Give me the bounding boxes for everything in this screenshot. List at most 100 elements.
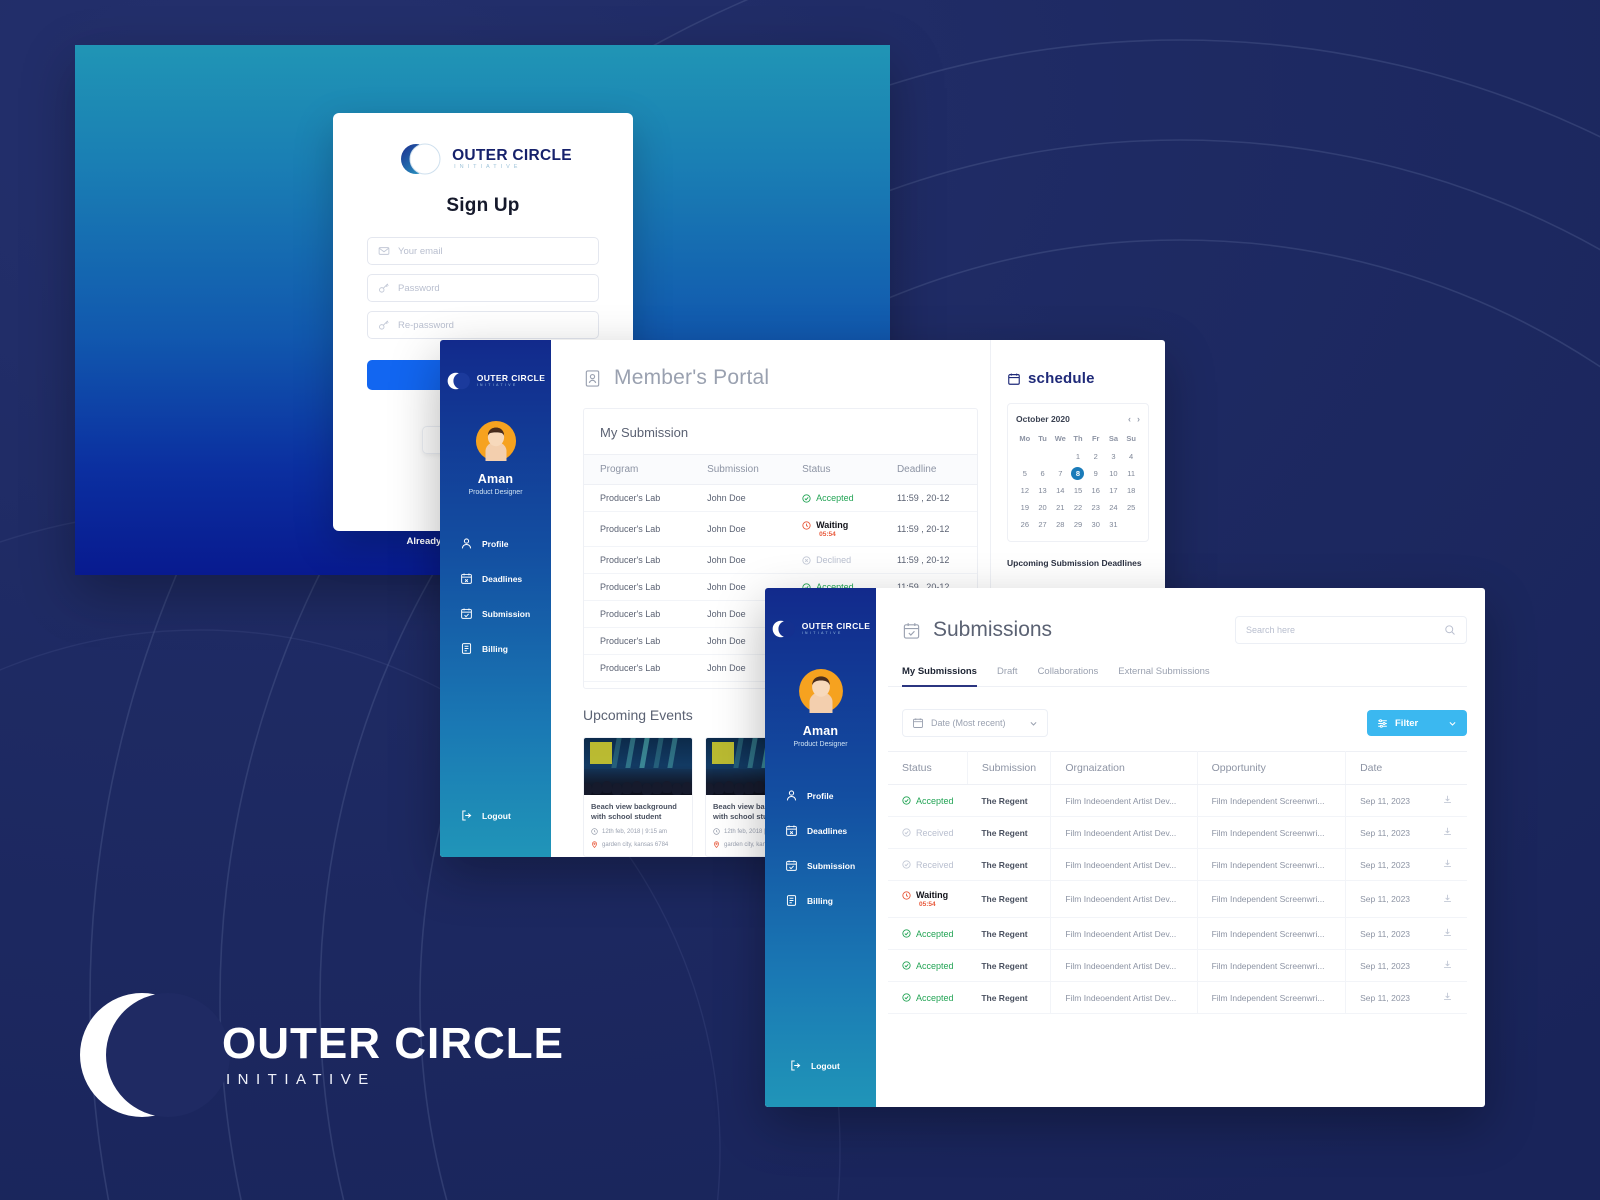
calendar-day[interactable]: 15 — [1069, 484, 1087, 497]
calendar-day[interactable]: 2 — [1087, 450, 1105, 463]
cell-download[interactable] — [1423, 784, 1467, 817]
download-icon[interactable] — [1442, 858, 1453, 869]
calendar-day[interactable]: 29 — [1069, 518, 1087, 531]
calendar-day[interactable]: 17 — [1105, 484, 1123, 497]
download-icon[interactable] — [1442, 893, 1453, 904]
calendar-day[interactable]: 19 — [1016, 501, 1034, 514]
date-sort-select[interactable]: Date (Most recent) — [902, 709, 1048, 737]
sidebar-logo-name: OUTER CIRCLE — [801, 621, 871, 632]
repassword-field[interactable]: Re-password — [367, 311, 599, 339]
status-label: Received — [916, 859, 954, 870]
cell-download[interactable] — [1423, 816, 1467, 849]
search-input[interactable]: Search here — [1235, 616, 1467, 644]
download-icon[interactable] — [1442, 794, 1453, 805]
filter-button[interactable]: Filter — [1367, 710, 1467, 736]
calendar-day[interactable]: 4 — [1122, 450, 1140, 463]
calendar-day[interactable]: 27 — [1034, 518, 1052, 531]
password-field[interactable]: Password — [367, 274, 599, 302]
calendar-day[interactable]: 7 — [1051, 467, 1069, 480]
download-icon[interactable] — [1442, 959, 1453, 970]
sliders-icon — [1377, 718, 1388, 729]
logout-icon — [460, 809, 473, 822]
calendar-day[interactable]: 26 — [1016, 518, 1034, 531]
sidebar-item-submission[interactable]: Submission — [765, 848, 876, 883]
table-row[interactable]: Received The Regent Film Indeoendent Artis… — [888, 816, 1467, 849]
table-row[interactable]: Accepted The Regent Film Indeoendent Artis… — [888, 784, 1467, 817]
table-row[interactable]: Accepted The Regent Film Indeoendent Artis… — [888, 981, 1467, 1014]
search-icon[interactable] — [1444, 624, 1456, 636]
chevron-down-icon[interactable] — [1448, 719, 1457, 728]
calendar-day[interactable]: 24 — [1105, 501, 1123, 514]
calendar-day[interactable]: 11 — [1122, 467, 1140, 480]
table-row[interactable]: Producer's Lab John Doe Waiting 05:54 11:59 … — [584, 511, 977, 547]
cell-download[interactable] — [1423, 917, 1467, 950]
calendar-day[interactable]: 14 — [1051, 484, 1069, 497]
calendar-day[interactable]: 5 — [1016, 467, 1034, 480]
cell-download[interactable] — [1423, 880, 1467, 918]
cell-download[interactable] — [1423, 981, 1467, 1014]
table-row[interactable]: Accepted The Regent Film Indeoendent Artis… — [888, 949, 1467, 982]
chevron-right-icon[interactable]: › — [1137, 414, 1140, 424]
calendar-day[interactable]: 20 — [1034, 501, 1052, 514]
calendar-day[interactable]: 18 — [1122, 484, 1140, 497]
logout-row[interactable]: Logout — [765, 1048, 876, 1083]
calendar-day[interactable]: 10 — [1105, 467, 1123, 480]
cell-status: Waiting 05:54 — [888, 880, 968, 918]
calendar-day[interactable]: 22 — [1069, 501, 1087, 514]
calendar-day[interactable]: 21 — [1051, 501, 1069, 514]
tab-my-submissions[interactable]: My Submissions — [902, 666, 977, 687]
table-row[interactable]: Received The Regent Film Indeoendent Artis… — [888, 848, 1467, 881]
chevron-down-icon[interactable] — [1029, 719, 1038, 728]
event-card[interactable]: Beach view background with school studen… — [583, 736, 693, 857]
status-label: Accepted — [816, 493, 854, 503]
calendar-day[interactable]: 16 — [1087, 484, 1105, 497]
calendar-day[interactable]: 30 — [1087, 518, 1105, 531]
logout-button-submissions[interactable]: Logout — [765, 1048, 876, 1083]
cell-download[interactable] — [1423, 848, 1467, 881]
cell-download[interactable] — [1423, 949, 1467, 982]
calendar-day[interactable]: 25 — [1122, 501, 1140, 514]
calendar-day[interactable]: 1 — [1069, 450, 1087, 463]
status-badge: Waiting — [802, 520, 881, 530]
submissions-table: Status Submission Orgnaization Opportunity D… — [888, 751, 1467, 1014]
sidebar-item-deadlines[interactable]: Deadlines — [440, 561, 551, 596]
my-submission-title: My Submission — [600, 425, 689, 440]
calendar-day[interactable]: 6 — [1034, 467, 1052, 480]
sidebar-item-deadlines[interactable]: Deadlines — [765, 813, 876, 848]
logout-row[interactable]: Logout — [440, 798, 551, 833]
download-icon[interactable] — [1442, 927, 1453, 938]
tab-external-submissions[interactable]: External Submissions — [1118, 666, 1209, 686]
sidebar-user-role: Product Designer — [793, 741, 848, 748]
sidebar-item-profile[interactable]: Profile — [765, 778, 876, 813]
calendar-day[interactable]: 3 — [1105, 450, 1123, 463]
map-pin-icon — [713, 841, 720, 848]
calendar-day[interactable]: 23 — [1087, 501, 1105, 514]
tab-collaborations[interactable]: Collaborations — [1038, 666, 1099, 686]
table-row[interactable]: Producer's LabJohn Doe Accepted 11:59 , 20… — [584, 484, 977, 512]
download-icon[interactable] — [1442, 826, 1453, 837]
chevron-left-icon[interactable]: ‹ — [1128, 414, 1131, 424]
email-field[interactable]: Your email — [367, 237, 599, 265]
logout-button-portal[interactable]: Logout — [440, 798, 551, 833]
calendar-day[interactable]: 31 — [1105, 518, 1123, 531]
table-row[interactable]: Producer's Lab John Doe Declined 11:59 , 20… — [584, 546, 977, 574]
cell-opportunity: Film Independent Screenwri... — [1197, 816, 1347, 849]
calendar-day[interactable]: 9 — [1087, 467, 1105, 480]
calendar-day[interactable]: 13 — [1034, 484, 1052, 497]
sidebar-item-profile[interactable]: Profile — [440, 526, 551, 561]
member-portal-header: Member's Portal — [551, 340, 990, 390]
sidebar-item-billing[interactable]: Billing — [440, 631, 551, 666]
tab-draft[interactable]: Draft — [997, 666, 1018, 686]
calendar-day[interactable]: 8 — [1071, 467, 1085, 480]
status-badge: Received — [902, 828, 961, 838]
status-label: Accepted — [916, 992, 954, 1003]
table-row[interactable]: Accepted The Regent Film Indeoendent Artis… — [888, 917, 1467, 950]
download-icon[interactable] — [1442, 991, 1453, 1002]
calendar-day[interactable]: 12 — [1016, 484, 1034, 497]
cell-status: Waiting 05:54 — [786, 511, 881, 547]
sidebar-item-billing[interactable]: Billing — [765, 883, 876, 918]
calendar-day[interactable]: 28 — [1051, 518, 1069, 531]
sidebar-item-submission[interactable]: Submission — [440, 596, 551, 631]
brand-subtitle: INITIATIVE — [226, 1071, 376, 1088]
table-row[interactable]: Waiting 05:54 The Regent Film Indeoendent A… — [888, 880, 1467, 918]
